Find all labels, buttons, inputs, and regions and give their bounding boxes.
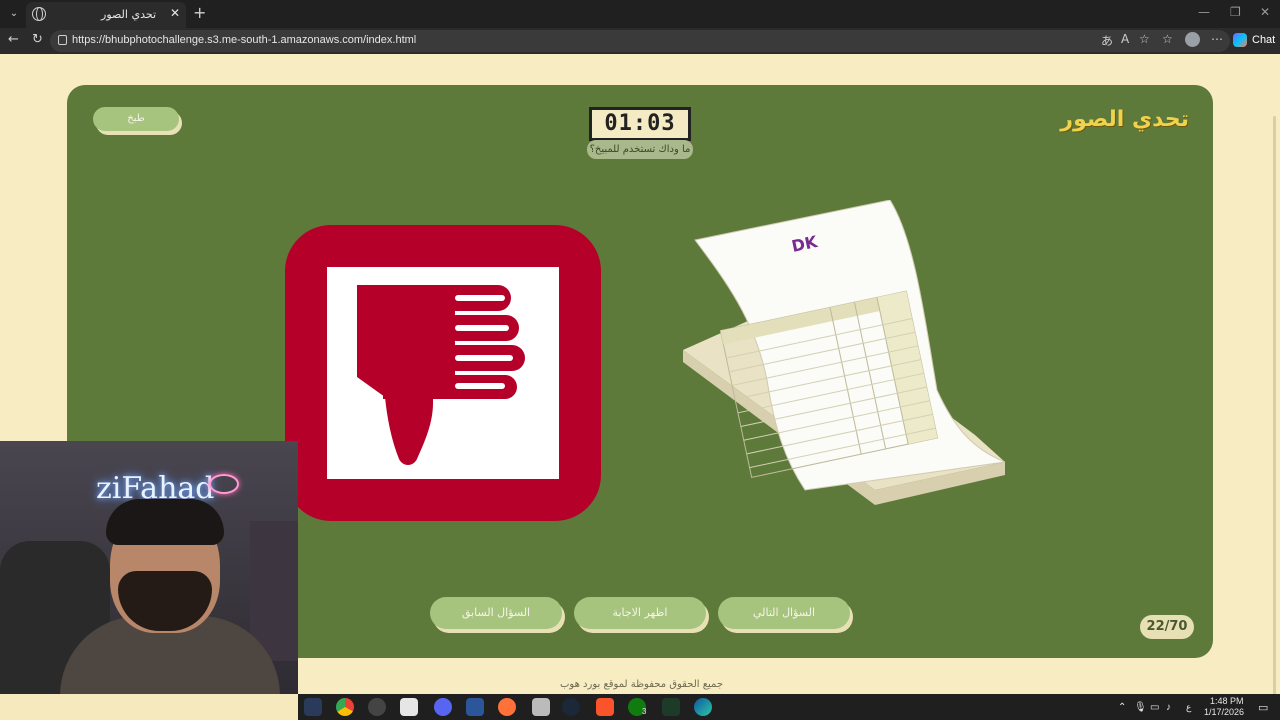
word-icon[interactable] <box>466 698 484 716</box>
steam-icon[interactable] <box>562 698 580 716</box>
more-options-icon[interactable]: ⋯ <box>1211 32 1223 46</box>
back-icon[interactable]: ← <box>8 32 19 47</box>
input-language[interactable]: ع <box>1186 702 1191 713</box>
new-tab-icon[interactable]: + <box>193 3 206 22</box>
copilot-chat-button[interactable]: Chat <box>1230 30 1276 50</box>
edge-icon[interactable] <box>694 698 712 716</box>
thumbs-down-background <box>327 267 559 479</box>
network-icon[interactable]: ▭ <box>1150 702 1159 713</box>
browser-tab-bar: ⌄ تحدي الصور ✕ + — ❐ ✕ <box>0 0 1280 28</box>
site-info-icon[interactable] <box>58 35 67 45</box>
volume-icon[interactable]: ♪ <box>1166 702 1171 713</box>
close-tab-icon[interactable]: ✕ <box>170 6 180 20</box>
browser-toolbar: ← ↻ https://bhubphotochallenge.s3.me-sou… <box>0 28 1280 54</box>
category-button[interactable]: طبخ <box>93 107 179 131</box>
clock-date[interactable]: 1/17/2026 <box>1204 707 1244 717</box>
restore-icon[interactable]: ❐ <box>1230 5 1241 19</box>
tray-chevron-icon[interactable]: ⌃ <box>1118 702 1126 713</box>
xbox-badge: 3 <box>642 707 647 716</box>
favorites-icon[interactable]: ☆ <box>1162 32 1173 46</box>
copyright-footer: جميع الحقوق محفوظة لموقع بورد هوب <box>560 679 723 690</box>
address-bar[interactable]: https://bhubphotochallenge.s3.me-south-1… <box>50 30 1230 52</box>
clock-time[interactable]: 1:48 PM <box>1210 696 1244 706</box>
thumbs-down-image <box>285 225 601 521</box>
chrome-icon[interactable] <box>336 698 354 716</box>
tab-title: تحدي الصور <box>101 8 156 21</box>
minimize-icon[interactable]: — <box>1198 5 1210 19</box>
globe-icon <box>32 7 46 21</box>
discord-icon[interactable] <box>434 698 452 716</box>
obs-icon[interactable] <box>368 698 386 716</box>
brand-title: تحدي الصور <box>1060 107 1189 132</box>
next-question-button[interactable]: السؤال التالي <box>718 597 850 629</box>
microphone-icon[interactable]: 🎙 <box>1134 702 1147 713</box>
app-icon[interactable] <box>532 698 550 716</box>
previous-question-button[interactable]: السؤال السابق <box>430 597 562 629</box>
file-explorer-icon[interactable] <box>400 698 418 716</box>
show-answer-button[interactable]: اظهر الاجابة <box>574 597 706 629</box>
question-hint: ما وداك تستخدم للمبيخ؟ <box>587 140 693 159</box>
thumbs-down-icon <box>357 285 525 465</box>
terminal-icon[interactable] <box>662 698 680 716</box>
invoice-pad-image: DK <box>683 200 1005 505</box>
translate-icon[interactable]: あ <box>1101 32 1113 49</box>
planet-ring-icon <box>209 474 239 494</box>
browser-tab[interactable]: تحدي الصور ✕ <box>26 2 186 28</box>
favorite-star-icon[interactable]: ☆ <box>1139 32 1150 46</box>
countdown-timer: 01:03 <box>589 107 691 141</box>
scrollbar[interactable] <box>1273 116 1276 716</box>
brave-icon[interactable] <box>596 698 614 716</box>
read-aloud-icon[interactable]: A <box>1121 32 1129 46</box>
notifications-icon[interactable]: ▭ <box>1258 701 1268 714</box>
profile-avatar[interactable] <box>1185 32 1200 47</box>
question-counter: 22/70 <box>1140 615 1194 639</box>
copilot-icon <box>1233 33 1247 47</box>
webcam-overlay: ziFahad <box>0 441 298 694</box>
tab-actions-chevron-icon[interactable]: ⌄ <box>6 6 22 22</box>
firefox-icon[interactable] <box>498 698 516 716</box>
window-close-icon[interactable]: ✕ <box>1260 5 1270 19</box>
refresh-icon[interactable]: ↻ <box>32 32 43 47</box>
chat-label: Chat <box>1252 34 1276 46</box>
task-view-icon[interactable] <box>304 698 322 716</box>
streamer-hair <box>106 499 224 545</box>
windows-taskbar: 3 ⌃ 🎙 ▭ ♪ ع 1:48 PM 1/17/2026 ▭ <box>298 694 1280 720</box>
url-text: https://bhubphotochallenge.s3.me-south-1… <box>72 34 417 46</box>
